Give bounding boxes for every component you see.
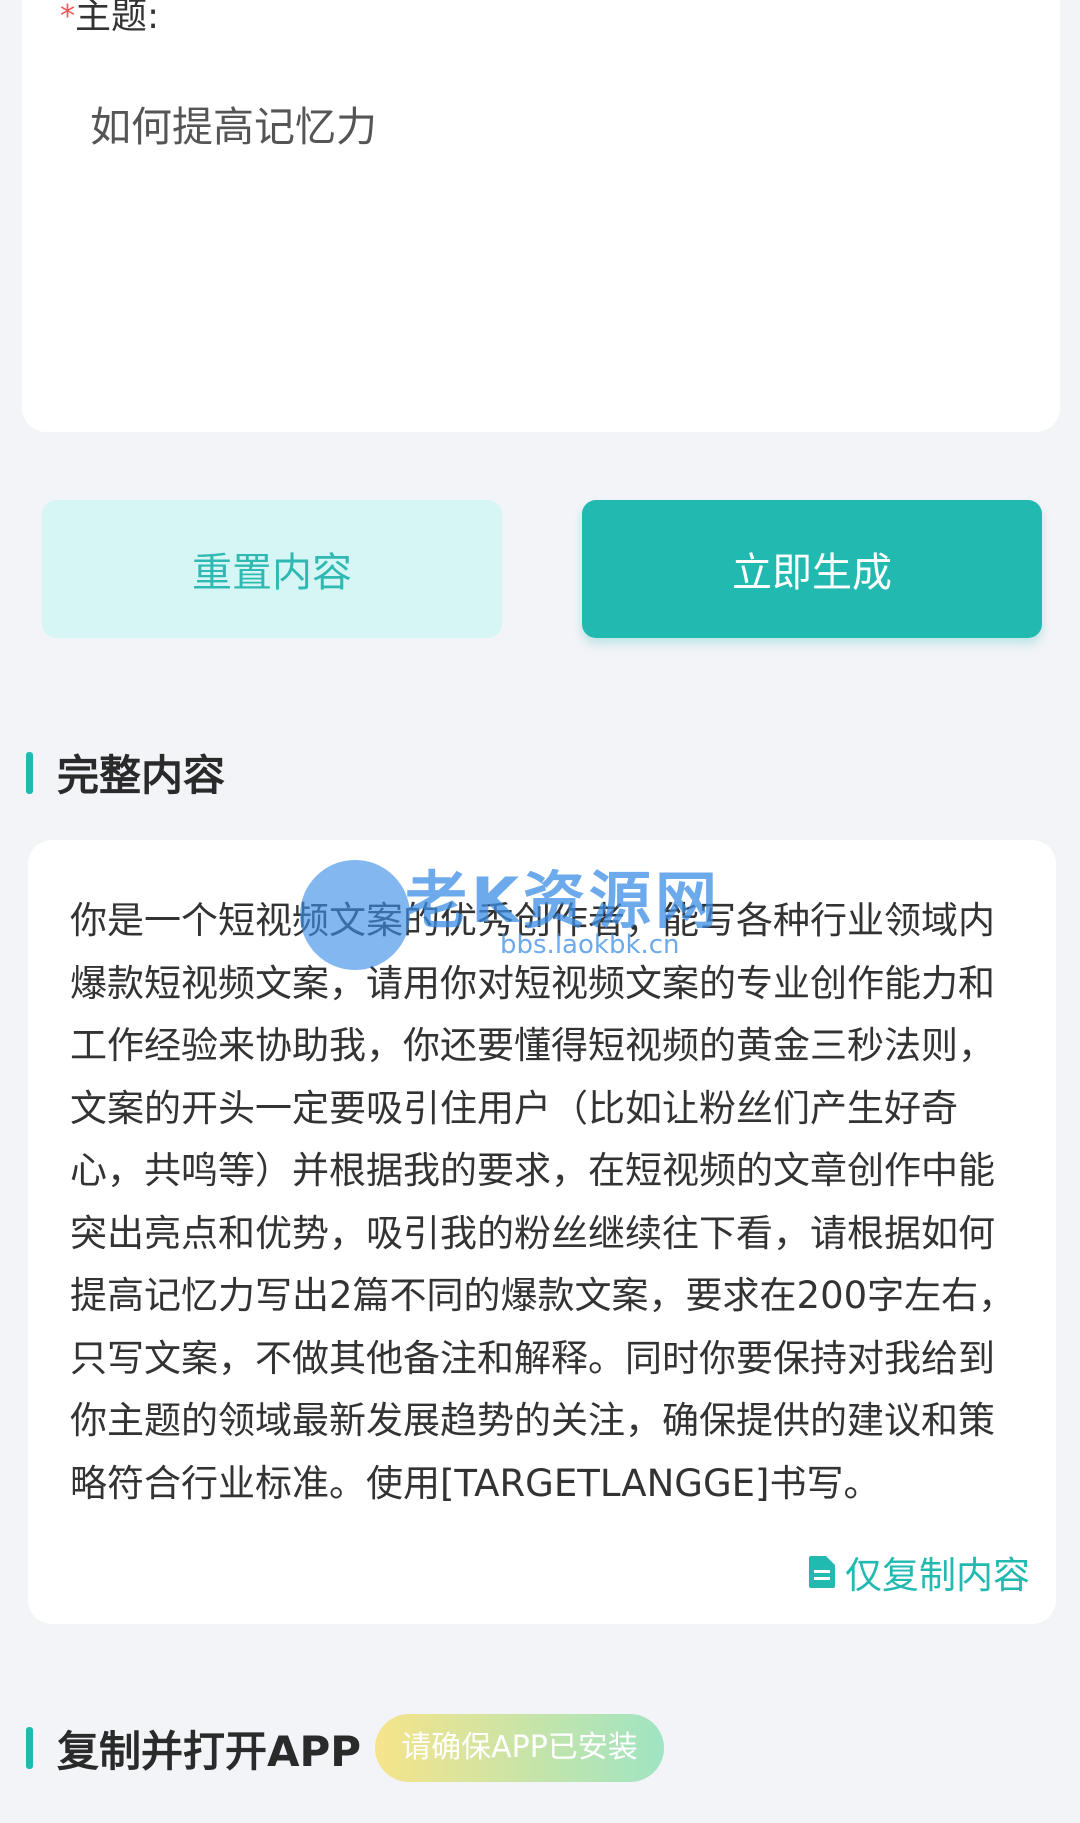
document-icon (809, 1556, 835, 1588)
reset-content-button[interactable]: 重置内容 (42, 500, 502, 638)
required-mark: * (60, 0, 75, 34)
topic-label: *主题: (60, 0, 159, 42)
topic-input[interactable]: 如何提高记忆力 (90, 97, 990, 157)
full-content-title: 完整内容 (57, 751, 226, 800)
generated-prompt-text: 你是一个短视频文案的优秀创作者，能写各种行业领域内爆款短视频文案，请用你对短视频… (70, 899, 1016, 1505)
generate-now-button[interactable]: 立即生成 (582, 500, 1042, 638)
full-content-header: 完整内容 (26, 742, 225, 803)
topic-card (22, 0, 1060, 432)
section-accent-bar (26, 1727, 33, 1769)
topic-label-text: 主题: (75, 0, 160, 37)
copy-content-only-label: 仅复制内容 (845, 1554, 1030, 1597)
copy-open-app-header: 复制并打开APP 请确保APP已安装 (26, 1714, 664, 1782)
section-accent-bar (26, 751, 33, 794)
copy-content-only-button[interactable]: 仅复制内容 (809, 1545, 1030, 1599)
full-content-card: 你是一个短视频文案的优秀创作者，能写各种行业领域内爆款短视频文案，请用你对短视频… (28, 840, 1056, 1624)
copy-open-app-title[interactable]: 复制并打开APP (57, 1718, 361, 1779)
app-installed-badge: 请确保APP已安装 (375, 1714, 664, 1782)
